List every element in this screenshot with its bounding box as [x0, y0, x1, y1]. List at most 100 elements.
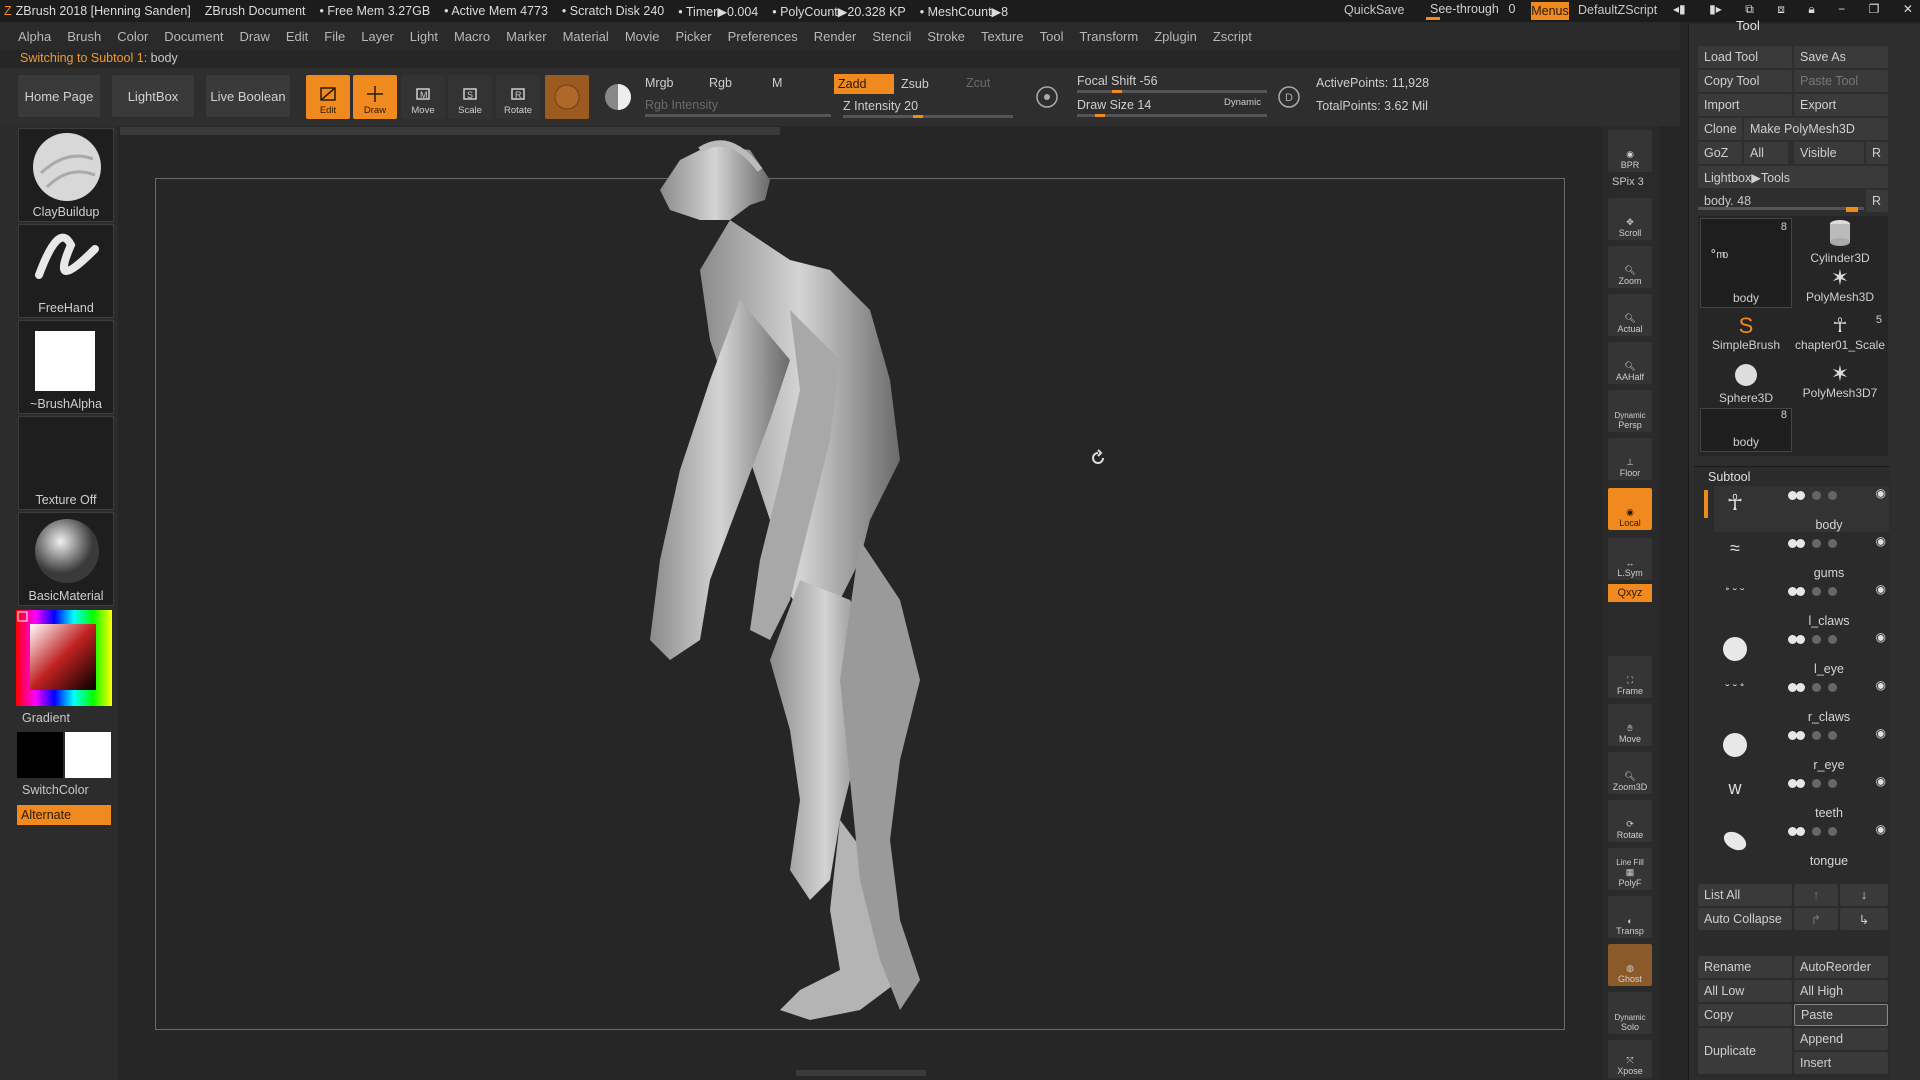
secondary-color-swatch[interactable] — [17, 732, 63, 778]
brush-selector[interactable]: ClayBuildup — [18, 128, 114, 222]
goz-all-button[interactable]: All — [1744, 142, 1788, 164]
menu-zplugin[interactable]: Zplugin — [1154, 29, 1197, 44]
menu-file[interactable]: File — [324, 29, 345, 44]
duplicate-button[interactable]: Duplicate — [1698, 1028, 1792, 1074]
local-button[interactable]: ◉ Local — [1608, 488, 1652, 530]
goz-r-button[interactable]: R — [1866, 142, 1888, 164]
m-button[interactable]: M — [772, 76, 782, 90]
clone-button[interactable]: Clone — [1698, 118, 1742, 140]
lock-icon[interactable]: 🔒︎ — [1808, 2, 1814, 20]
menu-color[interactable]: Color — [117, 29, 148, 44]
visibility-eye-icon[interactable]: ◉ — [1876, 630, 1886, 644]
aahalf-button[interactable]: 🔍︎ AAHalf — [1608, 342, 1652, 384]
tool-slot-sphere3d[interactable]: Sphere3D — [1700, 362, 1792, 406]
active-tool-slider[interactable]: body. 48 — [1698, 190, 1864, 212]
material-swatch-button[interactable] — [545, 75, 589, 119]
floor-button[interactable]: ⊥ Floor — [1608, 438, 1652, 480]
persp-button[interactable]: Dynamic Persp — [1608, 390, 1652, 432]
subtool-item-gums[interactable]: ≈ ◉ gums — [1714, 534, 1889, 580]
visibility-eye-icon[interactable]: ◉ — [1876, 678, 1886, 692]
scroll-button[interactable]: ✥ Scroll — [1608, 198, 1652, 240]
paste-tool-button[interactable]: Paste Tool — [1794, 70, 1888, 92]
menu-picker[interactable]: Picker — [676, 29, 712, 44]
list-all-button[interactable]: List All — [1698, 884, 1792, 906]
visibility-eye-icon[interactable]: ◉ — [1876, 774, 1886, 788]
merge-down-button[interactable]: ↳ — [1840, 908, 1888, 930]
edit-mode-button[interactable]: Edit — [306, 75, 350, 119]
menu-brush[interactable]: Brush — [67, 29, 101, 44]
goz-button[interactable]: GoZ — [1698, 142, 1742, 164]
layout2-icon[interactable]: ⧈ — [1777, 2, 1785, 20]
focal-shift-slider[interactable]: Focal Shift -56 — [1077, 74, 1158, 88]
bpr-button[interactable]: ◉ BPR — [1608, 130, 1652, 172]
subtool-title[interactable]: Subtool — [1708, 470, 1750, 484]
primary-color-swatch[interactable] — [65, 732, 111, 778]
subtool-item-r-claws[interactable]: ˘ ˘ ˚ ◉ r_claws — [1714, 678, 1889, 724]
menu-macro[interactable]: Macro — [454, 29, 490, 44]
color-sphere-button[interactable] — [596, 75, 640, 119]
scale-mode-button[interactable]: S Scale — [448, 75, 492, 119]
export-button[interactable]: Export — [1794, 94, 1888, 116]
subtool-item-l-claws[interactable]: ˚ ˘ ˘ ◉ l_claws — [1714, 582, 1889, 628]
menu-edit[interactable]: Edit — [286, 29, 308, 44]
menu-alpha[interactable]: Alpha — [18, 29, 51, 44]
move-mode-button[interactable]: M Move — [401, 75, 445, 119]
menus-toggle[interactable]: Menus — [1531, 2, 1569, 20]
load-tool-button[interactable]: Load Tool — [1698, 46, 1792, 68]
viewport-scrollbar[interactable] — [120, 127, 780, 135]
append-button[interactable]: Append — [1794, 1028, 1888, 1050]
tool-slot-body-2[interactable]: 8 body — [1700, 408, 1792, 452]
draw-size-slider[interactable]: Draw Size 14 — [1077, 98, 1151, 112]
paste-subtool-button[interactable]: Paste — [1794, 1004, 1888, 1026]
move-view-button[interactable]: ✋︎ Move — [1608, 704, 1652, 746]
save-as-button[interactable]: Save As — [1794, 46, 1888, 68]
zoom3d-button[interactable]: 🔍︎ Zoom3D — [1608, 752, 1652, 794]
menu-light[interactable]: Light — [410, 29, 438, 44]
autoreorder-button[interactable]: AutoReorder — [1794, 956, 1888, 978]
menu-layer[interactable]: Layer — [361, 29, 394, 44]
rename-button[interactable]: Rename — [1698, 956, 1792, 978]
draw-size-icon[interactable]: D — [1274, 82, 1304, 112]
mrgb-button[interactable]: Mrgb — [645, 76, 673, 90]
rgb-button[interactable]: Rgb — [709, 76, 732, 90]
subtool-item-body[interactable]: ☥ ◉ body — [1714, 486, 1889, 532]
xyz-button[interactable]: Qxyz — [1608, 584, 1652, 602]
default-zscript[interactable]: DefaultZScript — [1578, 3, 1657, 17]
tool-slot-polymesh3d7[interactable]: ✶ PolyMesh3D7 — [1794, 362, 1886, 406]
tool-slot-chapter01-scale[interactable]: 5 ☥ chapter01_Scale — [1794, 314, 1886, 358]
visibility-eye-icon[interactable]: ◉ — [1876, 726, 1886, 740]
copy-subtool-button[interactable]: Copy — [1698, 1004, 1792, 1026]
xpose-button[interactable]: ⤧ Xpose — [1608, 1040, 1652, 1078]
menu-stencil[interactable]: Stencil — [872, 29, 911, 44]
tool-slot-cylinder3d[interactable]: Cylinder3D — [1794, 218, 1886, 265]
menu-document[interactable]: Document — [164, 29, 223, 44]
menu-zscript[interactable]: Zscript — [1213, 29, 1252, 44]
minimize-icon[interactable]: − — [1838, 2, 1845, 20]
zoom-in-icon[interactable]: ◂▮ — [1673, 2, 1686, 20]
home-page-button[interactable]: Home Page — [18, 75, 100, 117]
restore-icon[interactable]: ❐ — [1869, 2, 1880, 20]
draw-mode-button[interactable]: Draw — [353, 75, 397, 119]
move-down-button[interactable]: ↓ — [1840, 884, 1888, 906]
close-icon[interactable]: ✕ — [1903, 2, 1913, 20]
tool-slot-polymesh3d[interactable]: ✶ PolyMesh3D — [1794, 266, 1886, 310]
menu-stroke[interactable]: Stroke — [927, 29, 965, 44]
seethrough-slider[interactable]: See-through 0 — [1426, 1, 1526, 20]
zcut-button[interactable]: Zcut — [966, 76, 990, 90]
auto-collapse-button[interactable]: Auto Collapse — [1698, 908, 1792, 930]
zoom-out-icon[interactable]: ▮▸ — [1709, 2, 1722, 20]
visibility-eye-icon[interactable]: ◉ — [1876, 582, 1886, 596]
menu-preferences[interactable]: Preferences — [728, 29, 798, 44]
visibility-eye-icon[interactable]: ◉ — [1876, 534, 1886, 548]
transp-button[interactable]: ◐ Transp — [1608, 896, 1652, 938]
subtool-item-l-eye[interactable]: ◉ l_eye — [1714, 630, 1889, 676]
stroke-selector[interactable]: FreeHand — [18, 224, 114, 318]
switchcolor-button[interactable]: SwitchColor — [22, 783, 89, 797]
texture-selector[interactable]: Texture Off — [18, 416, 114, 510]
lightbox-tools-button[interactable]: Lightbox▶Tools — [1698, 166, 1888, 188]
spix-slider[interactable]: SPix 3 — [1612, 176, 1644, 188]
rgb-intensity-slider[interactable]: Rgb Intensity — [645, 98, 718, 112]
color-picker[interactable] — [16, 610, 112, 706]
lightbox-button[interactable]: LightBox — [112, 75, 194, 117]
menu-texture[interactable]: Texture — [981, 29, 1024, 44]
